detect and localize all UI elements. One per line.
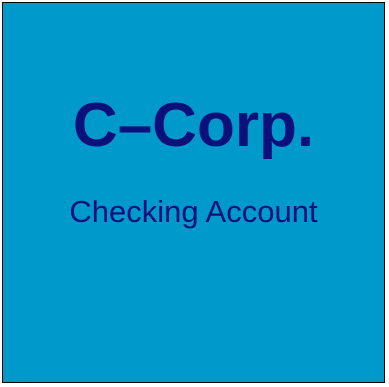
account-tile: C–Corp. Checking Account — [2, 2, 385, 383]
account-type-label: Checking Account — [69, 194, 318, 229]
company-name: C–Corp. — [72, 91, 315, 160]
